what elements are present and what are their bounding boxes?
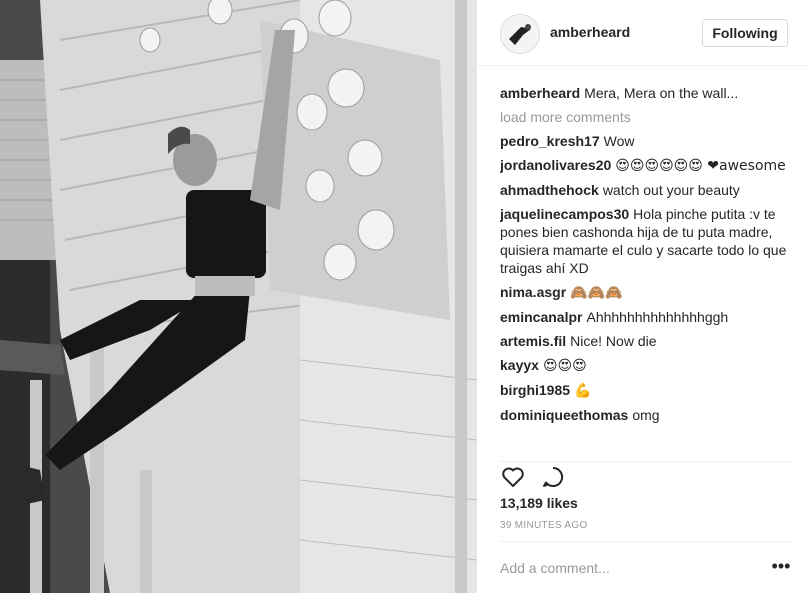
username-link[interactable]: amberheard [550, 24, 630, 40]
comment-item: ahmadthehock watch out your beauty [500, 181, 792, 199]
more-options-button[interactable]: ••• [770, 556, 792, 580]
comment-input[interactable] [500, 556, 750, 580]
comment-username[interactable]: kayyx [500, 357, 539, 373]
caption-username[interactable]: amberheard [500, 85, 580, 101]
comment-item: pedro_kresh17 Wow [500, 132, 792, 150]
caption-text: Mera, Mera on the wall... [584, 85, 739, 101]
post-photo[interactable] [0, 0, 477, 593]
likes-count[interactable]: 13,189 likes [500, 495, 578, 511]
avatar[interactable] [500, 14, 540, 54]
comment-item: dominiqueethomas omg [500, 406, 792, 424]
comment-username[interactable]: birghi1985 [500, 382, 570, 398]
comment-text: 💪 [574, 383, 592, 399]
post-header: amberheard Following [477, 0, 810, 66]
comment-text: Nice! Now die [570, 333, 657, 349]
comment-item: jaquelinecampos30 Hola pinche putita :v t… [500, 205, 792, 277]
heart-icon[interactable] [500, 464, 526, 490]
avatar-image [501, 15, 539, 53]
comment-item: jordanolivares20 😍😍😍😍😍😍 ❤awesome [500, 156, 792, 175]
post-actions [500, 461, 792, 487]
post-sidebar: amberheard Following amberheard Mera, Mer… [477, 0, 810, 593]
post-timestamp[interactable]: 39 MINUTES AGO [500, 520, 588, 531]
comment-username[interactable]: emincanalpr [500, 309, 582, 325]
comments-list[interactable]: amberheard Mera, Mera on the wall... load… [500, 84, 792, 452]
comment-username[interactable]: jordanolivares20 [500, 157, 611, 173]
comment-text: 🙈🙈🙈 [570, 285, 623, 301]
comment-username[interactable]: ahmadthehock [500, 182, 599, 198]
comment-text: omg [632, 407, 660, 423]
comment-item: birghi1985 💪 [500, 381, 792, 400]
load-more-comments-link[interactable]: load more comments [500, 108, 792, 126]
comment-text: 😍😍😍😍😍😍 ❤awesome [615, 158, 786, 174]
comment-username[interactable]: nima.asgr [500, 284, 566, 300]
comment-username[interactable]: artemis.fil [500, 333, 566, 349]
climbing-wall-photo [0, 0, 477, 593]
add-comment-bar: ••• [500, 541, 792, 593]
comment-item: nima.asgr 🙈🙈🙈 [500, 283, 792, 302]
comment-text: 😍😍😍 [542, 358, 587, 374]
comment-icon[interactable] [540, 464, 566, 490]
comment-text: Wow [603, 133, 635, 149]
comment-item: artemis.fil Nice! Now die [500, 332, 792, 350]
caption: amberheard Mera, Mera on the wall... [500, 84, 792, 102]
following-button[interactable]: Following [702, 19, 788, 47]
comment-item: kayyx 😍😍😍 [500, 356, 792, 375]
comment-username[interactable]: dominiqueethomas [500, 407, 628, 423]
comment-username[interactable]: pedro_kresh17 [500, 133, 600, 149]
comment-text: watch out your beauty [602, 182, 740, 198]
comment-text: Ahhhhhhhhhhhhhhggh [586, 309, 729, 325]
comment-username[interactable]: jaquelinecampos30 [500, 206, 629, 222]
comment-item: emincanalpr Ahhhhhhhhhhhhhhggh [500, 308, 792, 326]
